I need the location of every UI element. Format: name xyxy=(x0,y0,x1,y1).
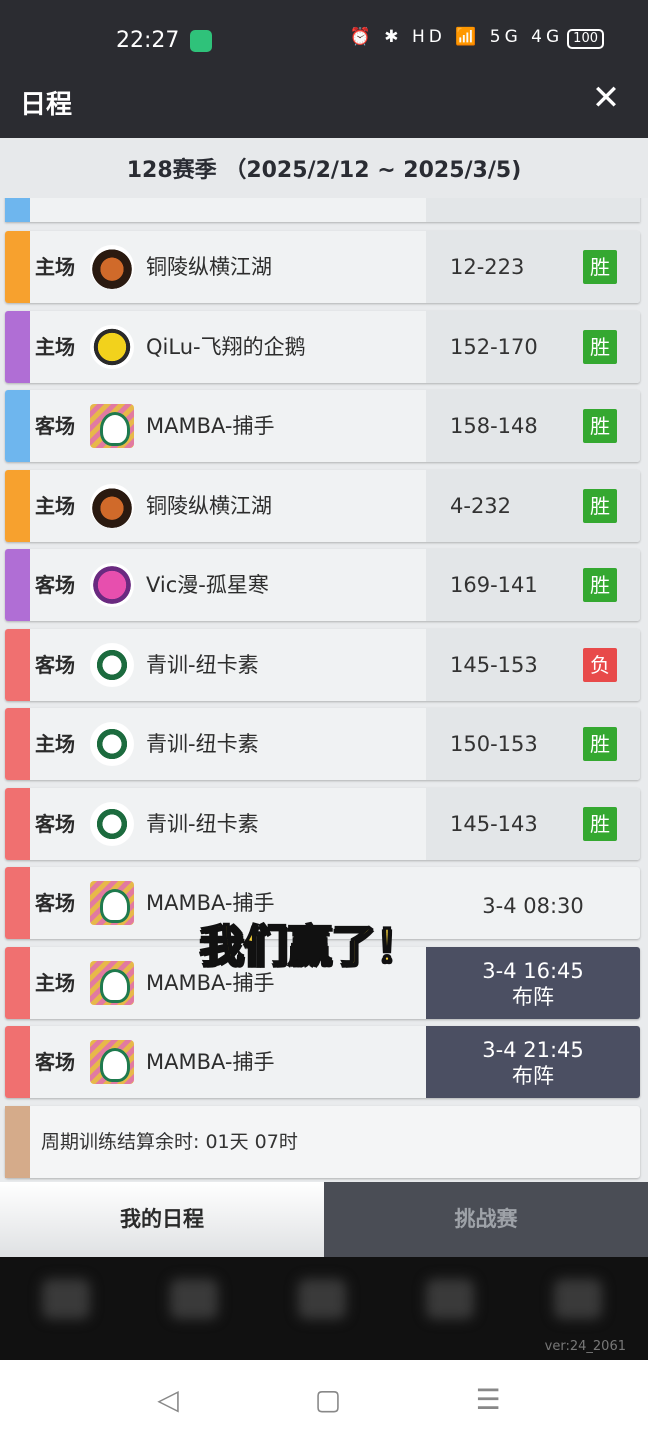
schedule-panel: 128赛季 （2025/2/12 ~ 2025/3/5) 主场 铜陵纵横江湖 1… xyxy=(0,138,648,1182)
upcoming-match-row[interactable]: 客场 MAMBA-捕手 3-4 21:45 布阵 xyxy=(5,1026,640,1098)
venue-label: 主场 xyxy=(35,732,75,756)
score: 145-153 xyxy=(450,653,538,677)
countdown-text: 周期训练结算余时: 01天 07时 xyxy=(41,1131,298,1153)
tab-challenge[interactable]: 挑战赛 xyxy=(324,1182,648,1257)
tiger-logo-icon xyxy=(90,245,134,289)
venue-label: 客场 xyxy=(35,891,75,915)
venue-label: 主场 xyxy=(35,494,75,518)
elephant-logo-icon xyxy=(90,881,134,925)
season-header: 128赛季 （2025/2/12 ~ 2025/3/5) xyxy=(0,138,648,198)
status-bar: 22:27 ⏰ ✱ HD 📶 5G 4G 100 xyxy=(0,0,648,62)
team-name: 铜陵纵横江湖 xyxy=(146,494,272,518)
match-time: 3-4 08:30 xyxy=(482,894,584,918)
home-icon[interactable]: ▢ xyxy=(306,1378,350,1422)
duck-logo-icon xyxy=(90,325,134,369)
score: 152-170 xyxy=(450,335,538,359)
score: 4-232 xyxy=(450,494,512,518)
team-name: MAMBA-捕手 xyxy=(146,414,275,438)
elephant-logo-icon xyxy=(90,1040,134,1084)
status-icons: ⏰ ✱ HD 📶 5G 4G 100 xyxy=(350,27,604,49)
result-badge: 胜 xyxy=(583,568,617,602)
match-row[interactable]: 客场 Vic漫-孤星寒 169-141 胜 xyxy=(5,549,640,621)
score: 150-153 xyxy=(450,732,538,756)
tiger-logo-icon xyxy=(90,484,134,528)
result-badge: 胜 xyxy=(583,330,617,364)
dragon-logo-icon xyxy=(90,722,134,766)
match-row[interactable]: 客场 MAMBA-捕手 158-148 胜 xyxy=(5,390,640,462)
blurred-nav-icon xyxy=(170,1279,218,1319)
result-badge: 胜 xyxy=(583,807,617,841)
bottom-tabs: 我的日程 挑战赛 xyxy=(0,1182,648,1257)
match-row[interactable]: 客场 青训-纽卡素 145-153 负 xyxy=(5,629,640,701)
blurred-nav-icon xyxy=(426,1279,474,1319)
close-icon[interactable]: ✕ xyxy=(586,78,626,118)
venue-label: 客场 xyxy=(35,812,75,836)
dragon-logo-icon xyxy=(90,802,134,846)
system-nav-bar: ◁ ▢ ☰ xyxy=(0,1360,648,1440)
match-time: 3-4 16:45 xyxy=(482,959,584,983)
blurred-game-nav: ver:24_2061 xyxy=(0,1257,648,1360)
team-name: 铜陵纵横江湖 xyxy=(146,255,272,279)
deploy-button[interactable]: 3-4 21:45 布阵 xyxy=(426,1026,640,1098)
deploy-label: 布阵 xyxy=(512,985,554,1009)
elephant-logo-icon xyxy=(90,404,134,448)
victory-caption: 我们赢了！ xyxy=(199,920,421,973)
match-row[interactable]: 主场 QiLu-飞翔的企鹅 152-170 胜 xyxy=(5,311,640,383)
team-name: 青训-纽卡素 xyxy=(146,653,259,677)
result-badge: 胜 xyxy=(583,489,617,523)
venue-label: 主场 xyxy=(35,335,75,359)
score: 12-223 xyxy=(450,255,525,279)
match-row[interactable]: 主场 铜陵纵横江湖 4-232 胜 xyxy=(5,470,640,542)
match-row[interactable]: 主场 青训-纽卡素 150-153 胜 xyxy=(5,708,640,780)
result-badge: 胜 xyxy=(583,727,617,761)
match-time: 3-4 21:45 xyxy=(482,1038,584,1062)
result-badge: 胜 xyxy=(583,250,617,284)
wolf-logo-icon xyxy=(90,563,134,607)
title-bar: 日程 ✕ xyxy=(0,62,648,138)
blurred-nav-icon xyxy=(554,1279,602,1319)
match-row[interactable]: 主场 铜陵纵横江湖 12-223 胜 xyxy=(5,231,640,303)
team-name: 青训-纽卡素 xyxy=(146,812,259,836)
team-name: 青训-纽卡素 xyxy=(146,732,259,756)
battery-icon: 100 xyxy=(567,29,604,49)
blurred-nav-icon xyxy=(42,1279,90,1319)
app-notification-icon xyxy=(190,30,212,52)
score: 145-143 xyxy=(450,812,538,836)
venue-label: 客场 xyxy=(35,1050,75,1074)
score: 158-148 xyxy=(450,414,538,438)
deploy-button[interactable]: 3-4 16:45 布阵 xyxy=(426,947,640,1019)
dragon-logo-icon xyxy=(90,643,134,687)
deploy-label: 布阵 xyxy=(512,1064,554,1088)
version-label: ver:24_2061 xyxy=(544,1339,626,1354)
training-countdown: 周期训练结算余时: 01天 07时 xyxy=(5,1106,640,1178)
team-name: Vic漫-孤星寒 xyxy=(146,573,269,597)
venue-label: 客场 xyxy=(35,653,75,677)
venue-label: 主场 xyxy=(35,255,75,279)
status-icons-text: ⏰ ✱ HD 📶 5G 4G xyxy=(349,27,564,47)
tab-my-schedule[interactable]: 我的日程 xyxy=(0,1182,324,1257)
result-badge: 胜 xyxy=(583,409,617,443)
back-icon[interactable]: ◁ xyxy=(146,1378,190,1422)
blurred-nav-icon xyxy=(298,1279,346,1319)
score: 169-141 xyxy=(450,573,538,597)
match-row[interactable]: 客场 青训-纽卡素 145-143 胜 xyxy=(5,788,640,860)
menu-icon[interactable]: ☰ xyxy=(466,1378,510,1422)
elephant-logo-icon xyxy=(90,961,134,1005)
team-name: QiLu-飞翔的企鹅 xyxy=(146,335,306,359)
result-badge: 负 xyxy=(583,648,617,682)
venue-label: 客场 xyxy=(35,573,75,597)
venue-label: 主场 xyxy=(35,971,75,995)
venue-label: 客场 xyxy=(35,414,75,438)
page-title: 日程 xyxy=(20,90,73,120)
team-name: MAMBA-捕手 xyxy=(146,1050,275,1074)
clock: 22:27 xyxy=(116,28,180,53)
